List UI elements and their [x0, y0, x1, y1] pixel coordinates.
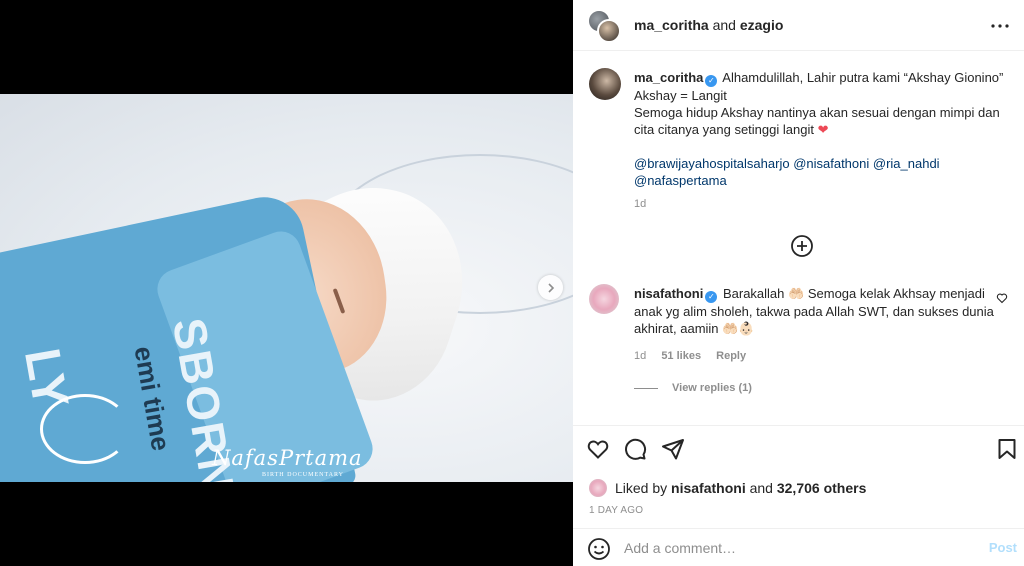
- photo-watermark: NafasPrtama: [212, 446, 363, 470]
- comment-text: nisafathoni ✓ Barakallah 🤲🏻 Semoga kelak …: [634, 285, 994, 337]
- like-button[interactable]: [585, 436, 611, 462]
- caption-line-1: Alhamdulillah, Lahir putra kami “Akshay …: [722, 70, 1004, 85]
- collaborator-username[interactable]: ezagio: [740, 17, 784, 33]
- photo-watermark-sub: BIRTH DOCUMENTARY: [262, 472, 344, 478]
- post-actions: [573, 425, 1024, 473]
- mention-link[interactable]: @brawijayahospitalsaharjo: [634, 156, 790, 171]
- verified-badge-icon: ✓: [705, 75, 718, 87]
- comment-age[interactable]: 1d: [634, 350, 646, 362]
- emoji-button[interactable]: [587, 537, 611, 561]
- author-avatars[interactable]: [587, 9, 621, 43]
- avatar[interactable]: [589, 284, 619, 314]
- media-pane: SBORN emi time LY NafasPrtama BIRTH DOCU…: [0, 0, 573, 566]
- plus-circle-icon: [791, 235, 813, 257]
- post-authors: ma_coritha and ezagio: [634, 17, 783, 33]
- caption-line-2: Akshay = Langit: [634, 88, 727, 103]
- heart-icon: [996, 293, 1008, 304]
- avatar-ezagio-small: [597, 19, 621, 43]
- next-comment-peek: [593, 418, 1004, 424]
- clap-emoji-icon: 🤲🏻: [722, 321, 739, 336]
- comment-button[interactable]: [622, 436, 648, 462]
- more-horizontal-icon: [991, 24, 1009, 28]
- load-more-comments-button[interactable]: [790, 234, 814, 258]
- mention-link[interactable]: @nafaspertama: [634, 173, 727, 188]
- save-button[interactable]: [994, 436, 1020, 462]
- add-comment-input[interactable]: [624, 537, 964, 559]
- heart-icon: [587, 440, 609, 459]
- caption-username[interactable]: ma_coritha: [634, 70, 703, 85]
- comment-likes[interactable]: 51 likes: [661, 350, 701, 362]
- post-comment-button[interactable]: Post: [989, 540, 1017, 555]
- comment-text-part-1: Barakallah: [722, 286, 785, 301]
- mention-link[interactable]: @nisafathoni: [793, 156, 869, 171]
- view-replies-label: View replies (1): [672, 382, 752, 394]
- red-heart-icon: ❤: [817, 122, 829, 137]
- likes-prefix: Liked by: [615, 480, 668, 496]
- author-joiner: and: [712, 17, 736, 33]
- smiley-icon: [588, 538, 610, 560]
- photo-blanket-swirl: [40, 394, 130, 464]
- share-icon: [662, 439, 684, 460]
- post-caption: ma_coritha ✓ Alhamdulillah, Lahir putra k…: [634, 69, 1004, 189]
- chevron-right-icon: [547, 282, 554, 293]
- share-button[interactable]: [660, 436, 686, 462]
- comment-reply-button[interactable]: Reply: [716, 350, 746, 362]
- comment-icon: [625, 438, 647, 460]
- baby-emoji-icon: 👶🏻: [738, 321, 755, 336]
- replies-divider: [634, 387, 658, 389]
- likes-joiner: and: [749, 480, 773, 496]
- comment-meta: 1d 51 likes Reply: [634, 350, 758, 362]
- avatar[interactable]: [589, 479, 607, 497]
- view-replies-button[interactable]: View replies (1): [634, 382, 752, 394]
- mention-link[interactable]: @ria_nahdi: [873, 156, 940, 171]
- verified-badge-icon: ✓: [705, 291, 718, 303]
- post-side-panel: ma_coritha and ezagio ma_coritha ✓ Alhamd…: [573, 0, 1024, 566]
- next-slide-button[interactable]: [538, 275, 563, 300]
- liked-by-user[interactable]: nisafathoni: [671, 480, 746, 496]
- comment-username[interactable]: nisafathoni: [634, 286, 703, 301]
- post-header: ma_coritha and ezagio: [573, 0, 1024, 51]
- author-username[interactable]: ma_coritha: [634, 17, 709, 33]
- likes-summary: Liked by nisafathoni and 32,706 others: [589, 478, 866, 498]
- caption-age[interactable]: 1d: [634, 198, 646, 210]
- clap-emoji-icon: 🤲🏻: [788, 286, 805, 301]
- bookmark-icon: [998, 439, 1016, 459]
- comments-scroll-area[interactable]: ma_coritha ✓ Alhamdulillah, Lahir putra k…: [573, 52, 1024, 424]
- avatar[interactable]: [589, 68, 621, 100]
- likes-others[interactable]: 32,706 others: [777, 480, 867, 496]
- post-photo[interactable]: SBORN emi time LY NafasPrtama BIRTH DOCU…: [0, 94, 573, 482]
- comment-like-button[interactable]: [996, 292, 1008, 304]
- add-comment-bar: Post: [573, 528, 1024, 566]
- more-options-button[interactable]: [988, 14, 1012, 38]
- post-timestamp[interactable]: 1 DAY AGO: [589, 505, 643, 516]
